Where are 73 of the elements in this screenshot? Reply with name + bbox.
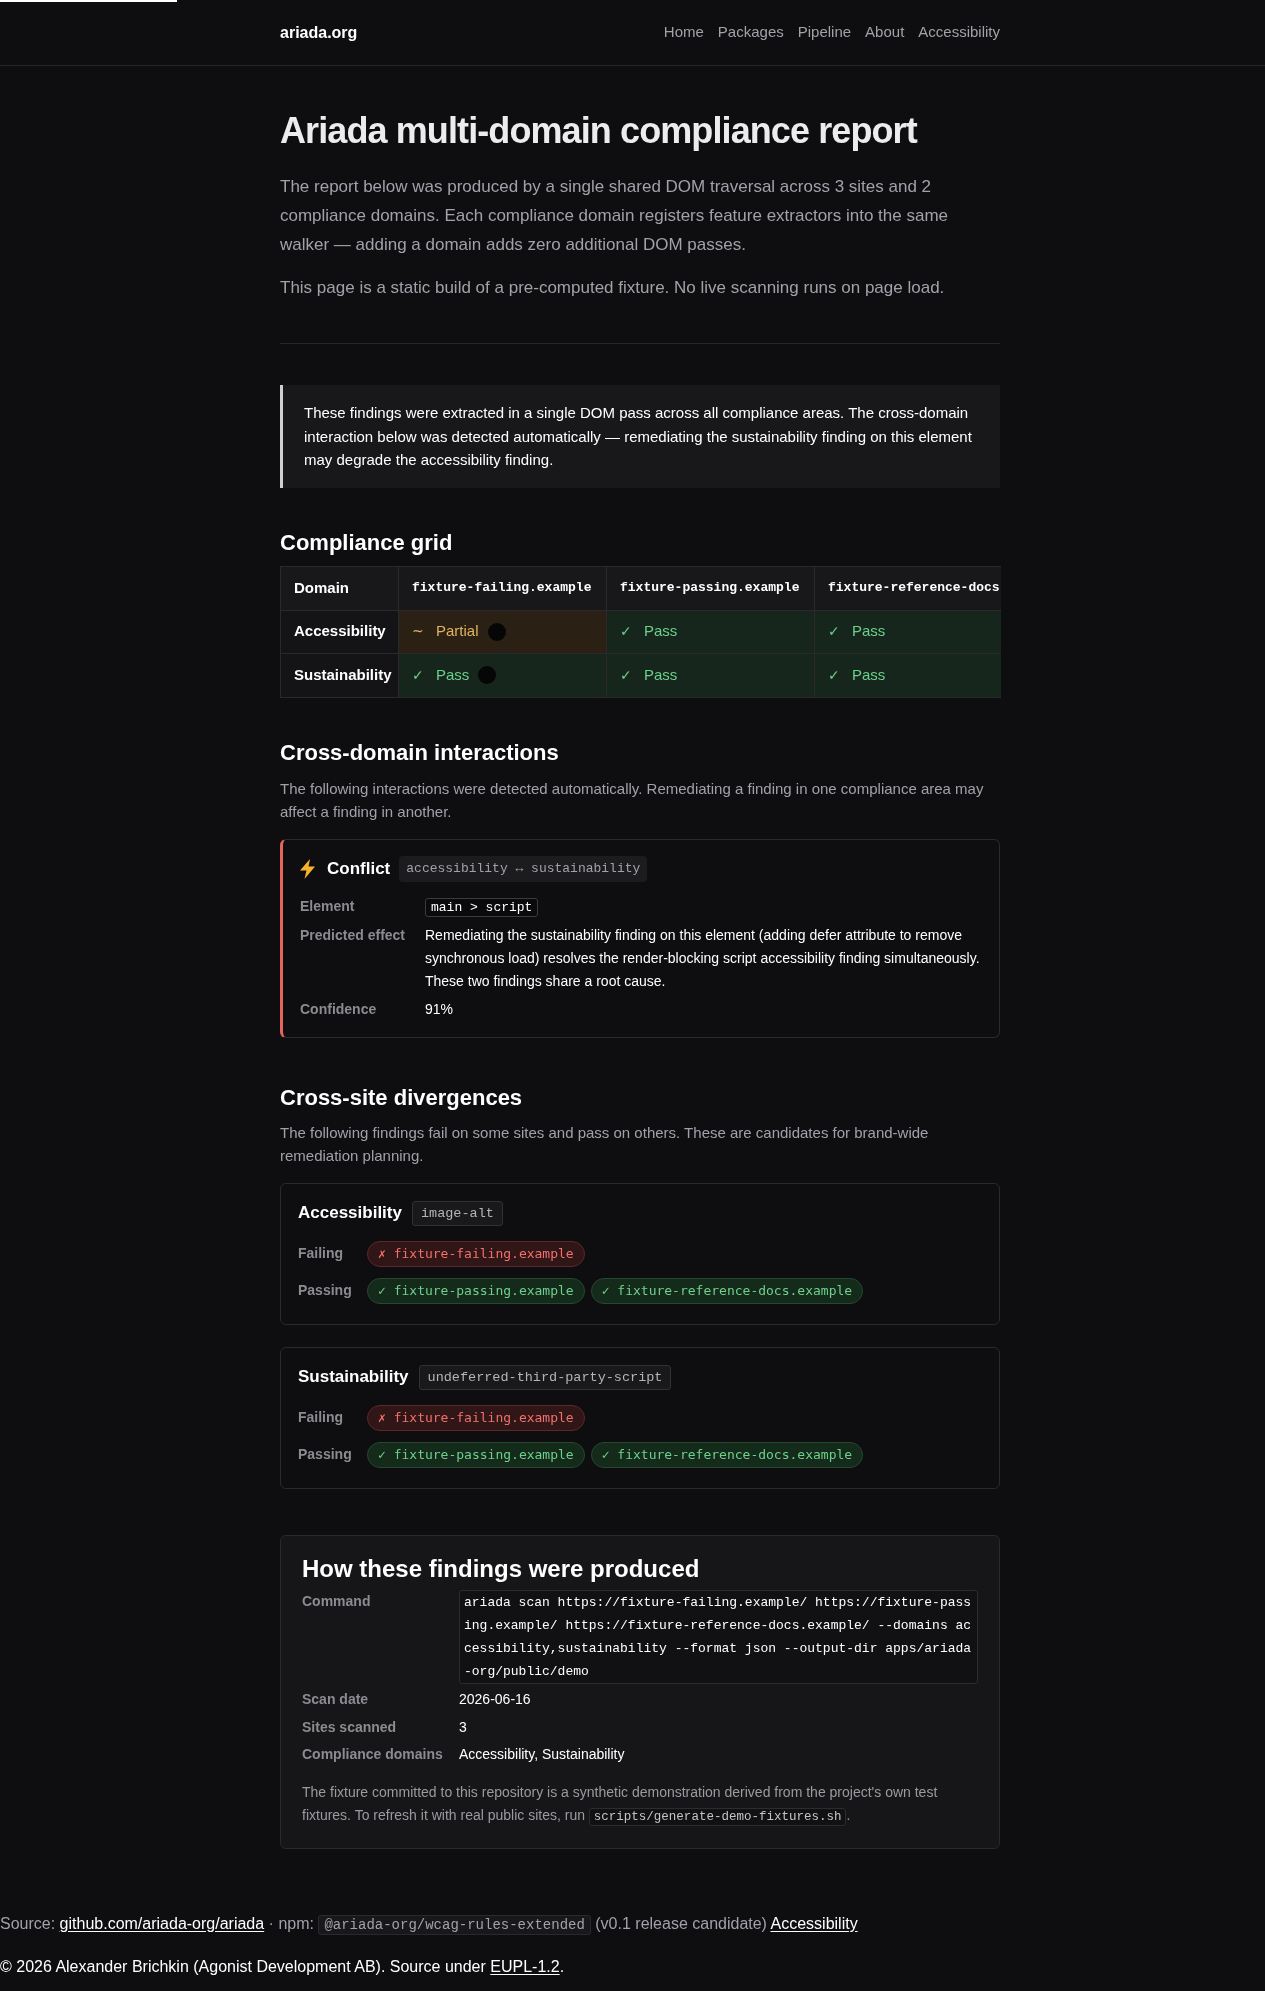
nav-link[interactable]: Home xyxy=(663,21,704,44)
site-pill: ✗ fixture-failing.example xyxy=(367,1240,585,1267)
site-pill: ✓ fixture-reference-docs.example xyxy=(590,1277,864,1304)
nav-link[interactable]: Pipeline xyxy=(797,21,852,44)
footer-text: Source: github.com/ariada-org/ariada · npm: @ariada-org/wcag-rules-extended (v0.1 release candidate) Accessibility xyxy=(0,1914,859,1937)
field-label: Compliance domains xyxy=(302,1745,444,1764)
group-label: Passing xyxy=(298,1445,353,1464)
text-link[interactable]: EUPL-1.2 xyxy=(490,1958,560,1975)
row-header: Accessibility xyxy=(280,610,399,653)
domain-title: Sustainability xyxy=(298,1366,409,1389)
status-symbol: ✓ xyxy=(620,622,632,641)
interaction-title: Conflict xyxy=(327,857,391,880)
callout: These findings were extracted in a single DOM pass across all compliance areas. The cross-domain interaction below was detected automatically — remediating the sustainability finding on this element may degrade the accessibility finding. xyxy=(280,385,1000,488)
element-code: main > script xyxy=(425,897,539,917)
page-title: Ariada multi-domain compliance report xyxy=(280,110,919,152)
field-value: Accessibility, Sustainability xyxy=(459,1745,626,1764)
field-label: Command xyxy=(302,1591,372,1611)
intro-paragraph: The report below was produced by a single shared DOM traversal across 3 sites and 2 compliance domains. Each compliance domain registers feature extractors into the same walker — adding a domain adds zero additional DOM passes. xyxy=(280,176,950,256)
status-symbol: ✓ xyxy=(828,665,840,685)
status-symbol: ✓ xyxy=(828,622,840,641)
column-header: fixture-passing.example xyxy=(606,566,815,610)
field-label: Predicted effect xyxy=(300,925,407,945)
group-label: Passing xyxy=(298,1281,353,1300)
domain-title: Accessibility xyxy=(298,1202,402,1225)
nav-link[interactable]: Packages xyxy=(717,21,784,44)
field-label: Sites scanned xyxy=(302,1717,398,1737)
site-pill: ✓ fixture-reference-docs.example xyxy=(590,1441,864,1468)
rule-tag: image-alt xyxy=(411,1200,503,1226)
command-code: ariada scan https://fixture-failing.example/ https://fixture-passing.example/ https://fixture-reference-docs.example/ --domains accessibility,sustainability --format json --output-dir apps/ariada-org/public/demo xyxy=(459,1589,978,1684)
column-header: fixture-reference-docs xyxy=(814,566,1001,610)
field-value: 3 xyxy=(459,1717,468,1737)
field-label: Scan date xyxy=(302,1690,370,1709)
site-pill: ✓ fixture-passing.example xyxy=(367,1277,585,1304)
intro-paragraph: This page is a static build of a pre-computed fixture. No live scanning runs on page load. xyxy=(280,277,946,299)
lightning-icon xyxy=(300,858,315,879)
section-heading: Cross-domain interactions xyxy=(280,738,560,767)
field-value: Remediating the sustainability finding on this element (adding defer attribute to remove synchronous load) resolves the render-blocking script accessibility finding simultaneously. These two findings share a root cause. xyxy=(425,925,981,991)
rule-tag: undeferred-third-party-script xyxy=(418,1364,672,1390)
status-symbol: ✓ xyxy=(620,665,632,685)
card-heading: How these findings were produced xyxy=(302,1553,701,1584)
status-label: Pass xyxy=(436,664,470,685)
section-description: The following interactions were detected automatically. Remediating a finding in one compliance area may affect a finding in another. xyxy=(280,778,985,822)
section-heading: Cross-site divergences xyxy=(280,1083,524,1112)
note-text: The fixture committed to this repository is a synthetic demonstration derived from the project's own test fixtures. To refresh it with real public sites, run scripts/generate-demo-fixtures.sh . xyxy=(302,1783,939,1828)
inline-code: scripts/generate-demo-fixtures.sh xyxy=(588,1808,847,1826)
site-pill: ✓ fixture-passing.example xyxy=(367,1441,585,1468)
status-label: Pass xyxy=(644,664,678,685)
status-label: Partial xyxy=(436,621,479,642)
group-label: Failing xyxy=(298,1244,345,1263)
group-label: Failing xyxy=(298,1408,345,1427)
status-symbol: ~ xyxy=(412,622,424,641)
text-link[interactable]: github.com/ariada-org/ariada xyxy=(59,1915,265,1932)
text-link[interactable]: Accessibility xyxy=(770,1915,858,1932)
row-header: Sustainability xyxy=(280,653,399,697)
nav-link[interactable]: Accessibility xyxy=(918,21,1000,44)
column-header: Domain xyxy=(280,566,399,610)
field-value: 91% xyxy=(425,999,455,1019)
status-label: Pass xyxy=(852,664,886,685)
domains-code: accessibility ↔ sustainability xyxy=(399,855,648,882)
field-value: 2026-06-16 xyxy=(459,1690,532,1709)
field-label: Element xyxy=(300,896,356,916)
section-heading: Compliance grid xyxy=(280,528,454,557)
site-name-link[interactable]: ariada.org xyxy=(280,20,358,45)
footer-text: © 2026 Alexander Brichkin (Agonist Development AB). Source under EUPL-1.2. xyxy=(0,1957,566,1977)
site-pill: ✗ fixture-failing.example xyxy=(367,1404,585,1431)
field-label: Confidence xyxy=(300,999,378,1019)
nav-link[interactable]: About xyxy=(865,21,905,44)
status-label: Pass xyxy=(852,621,886,642)
section-description: The following findings fail on some sites and pass on others. These are candidates for brand-wide remediation planning. xyxy=(280,1122,930,1166)
column-header: fixture-failing.example xyxy=(398,566,607,610)
inline-code: @ariada-org/wcag-rules-extended xyxy=(318,1915,591,1935)
status-symbol: ✓ xyxy=(412,665,424,685)
status-label: Pass xyxy=(644,621,678,642)
